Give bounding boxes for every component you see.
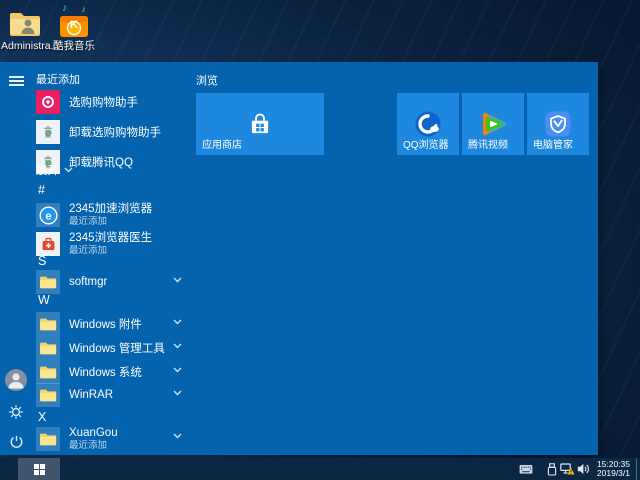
taskbar: 15:20:35 2019/3/1	[0, 458, 640, 480]
power-icon	[9, 434, 24, 454]
folder-icon	[36, 270, 60, 294]
app-label: 2345浏览器医生	[69, 232, 153, 244]
user-folder-icon	[1, 6, 49, 38]
show-desktop-button[interactable]	[636, 458, 640, 480]
clock-date: 2019/3/1	[596, 468, 630, 478]
tile-group-label[interactable]: 浏览	[196, 72, 218, 88]
app-sublabel: 最近添加	[69, 440, 108, 451]
app-row-shopping-assistant[interactable]: 选购购物助手	[36, 89, 184, 115]
user-account-button[interactable]	[0, 365, 32, 395]
app-label: 2345加速浏览器	[69, 203, 153, 215]
tile-label: QQ浏览器	[403, 140, 449, 151]
app-label: 卸载选购购物助手	[69, 127, 161, 139]
expand-label: 展开	[36, 165, 59, 177]
uninstall-trash-icon	[36, 120, 60, 144]
network-warning-icon[interactable]	[560, 458, 575, 480]
touch-keyboard-icon[interactable]	[519, 458, 533, 480]
music-note-icon: ♪	[62, 2, 68, 14]
start-menu-panel: 最近添加 选购购物助手 卸载选购购物助手 卸载腾讯QQ 展开 # e 2345加…	[0, 62, 598, 455]
folder-row-xuangou[interactable]: XuanGou 最近添加	[36, 425, 184, 453]
windows-logo-icon	[33, 463, 45, 475]
folder-label: XuanGou	[69, 427, 118, 439]
folder-label: Windows 管理工具	[69, 343, 165, 355]
app-sublabel: 最近添加	[69, 245, 108, 256]
xuangou-assistant-icon	[36, 90, 60, 114]
chevron-down-icon	[173, 433, 182, 439]
app-row-2345-doctor[interactable]: 2345浏览器医生 最近添加	[36, 230, 184, 258]
section-letter-x[interactable]: X	[38, 410, 46, 424]
recently-added-header: 最近添加	[36, 74, 80, 86]
music-note-icon: ♪	[81, 4, 87, 14]
chevron-down-icon	[64, 167, 73, 173]
avatar	[5, 369, 27, 391]
chevron-down-icon	[173, 390, 182, 396]
chevron-down-icon	[173, 277, 182, 283]
app-label: 选购购物助手	[69, 97, 138, 109]
folder-icon	[36, 360, 60, 384]
app-row-2345-browser[interactable]: e 2345加速浏览器 最近添加	[36, 201, 184, 229]
section-letter-w[interactable]: W	[38, 293, 50, 307]
2345-browser-icon: e	[36, 203, 60, 227]
power-button[interactable]	[0, 429, 32, 459]
folder-label: Windows 附件	[69, 319, 142, 331]
gear-icon	[8, 404, 24, 425]
tile-microsoft-store[interactable]: 应用商店	[196, 93, 324, 155]
hamburger-menu-button[interactable]	[0, 66, 32, 96]
usb-device-icon[interactable]	[547, 458, 557, 480]
desktop-icon-label: Administra...	[1, 40, 60, 52]
taskbar-clock[interactable]: 15:20:35 2019/3/1	[584, 460, 630, 478]
folder-icon	[36, 427, 60, 451]
desktop-icon-administrator[interactable]: Administra...	[1, 6, 60, 52]
chevron-down-icon	[173, 367, 182, 373]
tile-label: 腾讯视频	[468, 140, 508, 151]
folder-icon	[36, 312, 60, 336]
tile-pc-manager[interactable]: 电脑管家	[527, 93, 589, 155]
tile-label: 电脑管家	[533, 140, 573, 151]
folder-icon	[36, 383, 60, 407]
folder-label: Windows 系统	[69, 367, 142, 379]
desktop-icon-kuwo-music[interactable]: ♪ ♪ K 酷我音乐	[50, 2, 98, 52]
expand-toggle[interactable]: 展开	[36, 162, 73, 178]
app-sublabel: 最近添加	[69, 216, 108, 227]
settings-button[interactable]	[0, 399, 32, 429]
folder-label: WinRAR	[69, 389, 114, 401]
chevron-down-icon	[173, 343, 182, 349]
2345-doctor-icon	[36, 232, 60, 256]
tile-label: 应用商店	[202, 140, 242, 151]
folder-label: softmgr	[69, 276, 108, 288]
folder-row-windows-admin-tools[interactable]: Windows 管理工具	[36, 335, 184, 361]
hamburger-icon	[8, 74, 24, 88]
desktop-icon-label: 酷我音乐	[53, 40, 95, 52]
svg-text:e: e	[45, 210, 51, 222]
section-letter-s[interactable]: S	[38, 254, 46, 268]
folder-row-windows-accessories[interactable]: Windows 附件	[36, 311, 184, 337]
kuwo-music-icon: ♪ ♪ K	[50, 2, 98, 38]
kuwo-k-glyph: K	[70, 19, 78, 31]
section-letter-hash[interactable]: #	[38, 183, 45, 197]
folder-row-softmgr[interactable]: softmgr	[36, 269, 184, 295]
app-label: 卸载腾讯QQ	[69, 157, 133, 169]
tile-qq-browser[interactable]: QQ浏览器	[397, 93, 459, 155]
tile-tencent-video[interactable]: 腾讯视频	[462, 93, 524, 155]
app-row-uninstall-assistant[interactable]: 卸载选购购物助手	[36, 119, 184, 145]
folder-row-winrar[interactable]: WinRAR	[36, 382, 184, 408]
folder-icon	[36, 336, 60, 360]
chevron-down-icon	[173, 319, 182, 325]
start-button[interactable]	[18, 458, 60, 480]
